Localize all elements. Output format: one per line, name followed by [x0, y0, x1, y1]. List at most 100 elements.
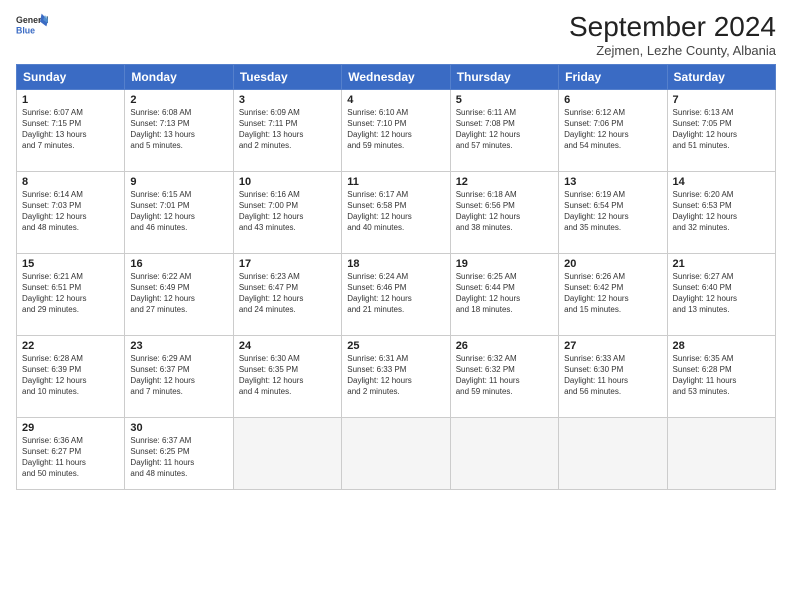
day-number: 2 [130, 94, 227, 106]
calendar-table: Sunday Monday Tuesday Wednesday Thursday… [16, 64, 776, 490]
day-info: Sunrise: 6:14 AM Sunset: 7:03 PM Dayligh… [22, 189, 119, 234]
table-row [667, 417, 775, 489]
table-row: 26Sunrise: 6:32 AM Sunset: 6:32 PM Dayli… [450, 335, 558, 417]
day-number: 1 [22, 94, 119, 106]
header-saturday: Saturday [667, 64, 775, 89]
day-number: 21 [673, 258, 770, 270]
day-number: 14 [673, 176, 770, 188]
table-row: 25Sunrise: 6:31 AM Sunset: 6:33 PM Dayli… [342, 335, 450, 417]
page-header: General Blue September 2024 Zejmen, Lezh… [16, 12, 776, 58]
day-info: Sunrise: 6:12 AM Sunset: 7:06 PM Dayligh… [564, 107, 661, 152]
table-row: 12Sunrise: 6:18 AM Sunset: 6:56 PM Dayli… [450, 171, 558, 253]
day-number: 28 [673, 340, 770, 352]
day-info: Sunrise: 6:08 AM Sunset: 7:13 PM Dayligh… [130, 107, 227, 152]
day-number: 16 [130, 258, 227, 270]
table-row: 29Sunrise: 6:36 AM Sunset: 6:27 PM Dayli… [17, 417, 125, 489]
table-row: 30Sunrise: 6:37 AM Sunset: 6:25 PM Dayli… [125, 417, 233, 489]
day-info: Sunrise: 6:13 AM Sunset: 7:05 PM Dayligh… [673, 107, 770, 152]
day-info: Sunrise: 6:19 AM Sunset: 6:54 PM Dayligh… [564, 189, 661, 234]
day-number: 23 [130, 340, 227, 352]
day-number: 22 [22, 340, 119, 352]
day-number: 6 [564, 94, 661, 106]
day-number: 29 [22, 422, 119, 434]
day-info: Sunrise: 6:25 AM Sunset: 6:44 PM Dayligh… [456, 271, 553, 316]
header-friday: Friday [559, 64, 667, 89]
header-monday: Monday [125, 64, 233, 89]
day-number: 20 [564, 258, 661, 270]
day-info: Sunrise: 6:18 AM Sunset: 6:56 PM Dayligh… [456, 189, 553, 234]
table-row: 7Sunrise: 6:13 AM Sunset: 7:05 PM Daylig… [667, 89, 775, 171]
table-row [450, 417, 558, 489]
table-row: 22Sunrise: 6:28 AM Sunset: 6:39 PM Dayli… [17, 335, 125, 417]
day-info: Sunrise: 6:30 AM Sunset: 6:35 PM Dayligh… [239, 353, 336, 398]
day-info: Sunrise: 6:24 AM Sunset: 6:46 PM Dayligh… [347, 271, 444, 316]
day-number: 4 [347, 94, 444, 106]
logo-icon: General Blue [16, 12, 48, 40]
day-number: 5 [456, 94, 553, 106]
table-row [233, 417, 341, 489]
table-row: 14Sunrise: 6:20 AM Sunset: 6:53 PM Dayli… [667, 171, 775, 253]
header-wednesday: Wednesday [342, 64, 450, 89]
day-number: 17 [239, 258, 336, 270]
table-row: 6Sunrise: 6:12 AM Sunset: 7:06 PM Daylig… [559, 89, 667, 171]
day-info: Sunrise: 6:15 AM Sunset: 7:01 PM Dayligh… [130, 189, 227, 234]
day-info: Sunrise: 6:26 AM Sunset: 6:42 PM Dayligh… [564, 271, 661, 316]
table-row: 5Sunrise: 6:11 AM Sunset: 7:08 PM Daylig… [450, 89, 558, 171]
day-number: 9 [130, 176, 227, 188]
day-info: Sunrise: 6:29 AM Sunset: 6:37 PM Dayligh… [130, 353, 227, 398]
table-row: 16Sunrise: 6:22 AM Sunset: 6:49 PM Dayli… [125, 253, 233, 335]
table-row: 18Sunrise: 6:24 AM Sunset: 6:46 PM Dayli… [342, 253, 450, 335]
day-number: 7 [673, 94, 770, 106]
table-row [342, 417, 450, 489]
day-info: Sunrise: 6:23 AM Sunset: 6:47 PM Dayligh… [239, 271, 336, 316]
day-info: Sunrise: 6:37 AM Sunset: 6:25 PM Dayligh… [130, 435, 227, 480]
day-number: 25 [347, 340, 444, 352]
table-row: 24Sunrise: 6:30 AM Sunset: 6:35 PM Dayli… [233, 335, 341, 417]
day-number: 12 [456, 176, 553, 188]
day-number: 3 [239, 94, 336, 106]
table-row: 1Sunrise: 6:07 AM Sunset: 7:15 PM Daylig… [17, 89, 125, 171]
table-row: 28Sunrise: 6:35 AM Sunset: 6:28 PM Dayli… [667, 335, 775, 417]
day-info: Sunrise: 6:27 AM Sunset: 6:40 PM Dayligh… [673, 271, 770, 316]
header-tuesday: Tuesday [233, 64, 341, 89]
table-row: 2Sunrise: 6:08 AM Sunset: 7:13 PM Daylig… [125, 89, 233, 171]
day-info: Sunrise: 6:35 AM Sunset: 6:28 PM Dayligh… [673, 353, 770, 398]
day-number: 10 [239, 176, 336, 188]
day-info: Sunrise: 6:21 AM Sunset: 6:51 PM Dayligh… [22, 271, 119, 316]
location-subtitle: Zejmen, Lezhe County, Albania [569, 43, 776, 58]
day-number: 18 [347, 258, 444, 270]
table-row: 3Sunrise: 6:09 AM Sunset: 7:11 PM Daylig… [233, 89, 341, 171]
day-info: Sunrise: 6:11 AM Sunset: 7:08 PM Dayligh… [456, 107, 553, 152]
day-info: Sunrise: 6:17 AM Sunset: 6:58 PM Dayligh… [347, 189, 444, 234]
title-section: September 2024 Zejmen, Lezhe County, Alb… [569, 12, 776, 58]
day-number: 24 [239, 340, 336, 352]
day-info: Sunrise: 6:31 AM Sunset: 6:33 PM Dayligh… [347, 353, 444, 398]
table-row: 27Sunrise: 6:33 AM Sunset: 6:30 PM Dayli… [559, 335, 667, 417]
day-number: 8 [22, 176, 119, 188]
logo: General Blue [16, 12, 48, 40]
table-row: 17Sunrise: 6:23 AM Sunset: 6:47 PM Dayli… [233, 253, 341, 335]
table-row: 8Sunrise: 6:14 AM Sunset: 7:03 PM Daylig… [17, 171, 125, 253]
table-row: 21Sunrise: 6:27 AM Sunset: 6:40 PM Dayli… [667, 253, 775, 335]
day-info: Sunrise: 6:09 AM Sunset: 7:11 PM Dayligh… [239, 107, 336, 152]
day-number: 15 [22, 258, 119, 270]
day-number: 13 [564, 176, 661, 188]
day-number: 30 [130, 422, 227, 434]
day-info: Sunrise: 6:32 AM Sunset: 6:32 PM Dayligh… [456, 353, 553, 398]
header-thursday: Thursday [450, 64, 558, 89]
day-info: Sunrise: 6:33 AM Sunset: 6:30 PM Dayligh… [564, 353, 661, 398]
day-info: Sunrise: 6:22 AM Sunset: 6:49 PM Dayligh… [130, 271, 227, 316]
svg-text:Blue: Blue [16, 26, 35, 36]
day-number: 11 [347, 176, 444, 188]
day-number: 26 [456, 340, 553, 352]
day-info: Sunrise: 6:16 AM Sunset: 7:00 PM Dayligh… [239, 189, 336, 234]
table-row: 13Sunrise: 6:19 AM Sunset: 6:54 PM Dayli… [559, 171, 667, 253]
day-info: Sunrise: 6:10 AM Sunset: 7:10 PM Dayligh… [347, 107, 444, 152]
month-title: September 2024 [569, 12, 776, 43]
day-info: Sunrise: 6:36 AM Sunset: 6:27 PM Dayligh… [22, 435, 119, 480]
table-row: 19Sunrise: 6:25 AM Sunset: 6:44 PM Dayli… [450, 253, 558, 335]
table-row: 23Sunrise: 6:29 AM Sunset: 6:37 PM Dayli… [125, 335, 233, 417]
day-info: Sunrise: 6:28 AM Sunset: 6:39 PM Dayligh… [22, 353, 119, 398]
table-row: 4Sunrise: 6:10 AM Sunset: 7:10 PM Daylig… [342, 89, 450, 171]
table-row [559, 417, 667, 489]
